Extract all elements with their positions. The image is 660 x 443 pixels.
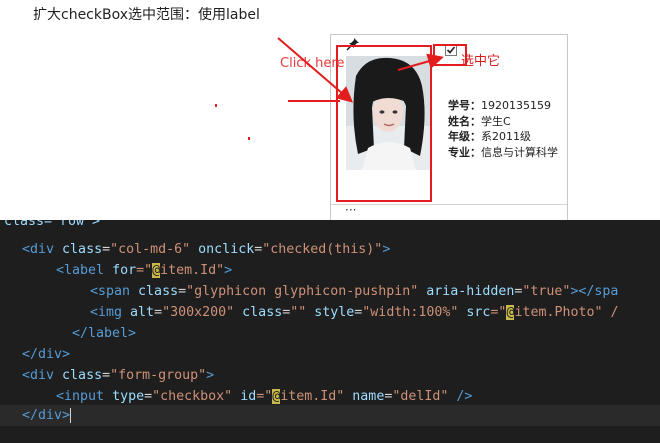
text-caret	[70, 407, 72, 423]
red-mark	[215, 104, 217, 107]
student-major-value: 信息与计算科学	[481, 145, 558, 159]
demo-page: 扩大checkBox选中范围：使用label ··· 选中它 学	[0, 0, 660, 221]
student-major-label: 专业：	[448, 145, 481, 159]
page-title: 扩大checkBox选中范围：使用label	[33, 7, 260, 23]
student-major-row: 专业：信息与计算科学	[448, 145, 566, 161]
code-line: class="row">	[4, 220, 101, 229]
code-line: <div class="col-md-6" onclick="checked(t…	[22, 242, 391, 257]
student-grade-label: 年级：	[448, 130, 481, 143]
student-id-label: 学号：	[448, 99, 481, 112]
code-editor[interactable]: class="row"> <div class="col-md-6" oncli…	[0, 220, 660, 443]
code-line: <div class="form-group">	[22, 368, 215, 383]
code-line: </div>	[22, 347, 71, 362]
code-line: <span class="glyphicon glyphicon-pushpin…	[90, 284, 619, 299]
code-line-current: </div>	[0, 405, 660, 426]
code-line: <input type="checkbox" id="@item.Id" nam…	[56, 389, 473, 404]
label-highlight-box	[336, 45, 432, 202]
student-name-value: 学生C	[481, 114, 511, 128]
red-mark	[248, 137, 250, 140]
student-grade-row: 年级：系2011级	[448, 129, 566, 145]
click-here-annotation: Click here	[280, 56, 345, 71]
student-id-row: 学号：1920135159	[448, 98, 566, 114]
code-line: <label for="@item.Id">	[56, 263, 233, 278]
student-info: 学号：1920135159 姓名：学生C 年级：系2011级 专业：信息与计算科…	[448, 98, 566, 160]
code-line: <img alt="300x200" class="" style="width…	[90, 305, 619, 320]
student-grade-value: 系2011级	[481, 130, 531, 143]
code-line: </label>	[72, 326, 137, 341]
student-name-label: 姓名：	[448, 114, 481, 128]
card-divider	[331, 204, 567, 205]
clipped-text: ···	[345, 207, 377, 213]
checkbox-annotation: 选中它	[461, 54, 501, 69]
student-id-value: 1920135159	[481, 99, 551, 112]
student-name-row: 姓名：学生C	[448, 114, 566, 130]
